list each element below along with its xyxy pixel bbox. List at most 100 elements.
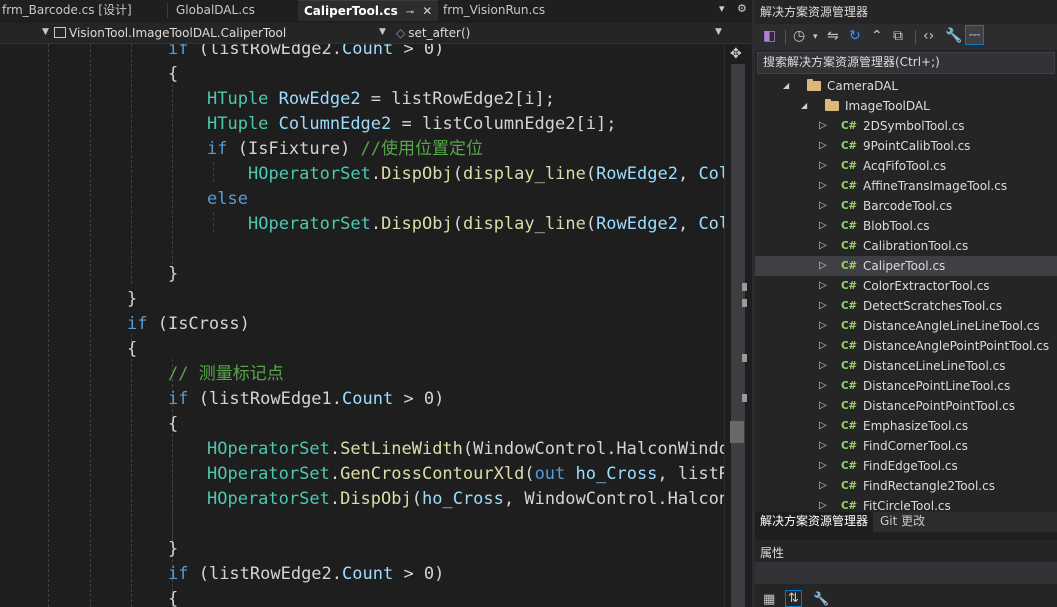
- member-dropdown[interactable]: ◇ set_after(): [396, 23, 716, 44]
- code-text-area[interactable]: if (listRowEdge2.Count > 0){HTuple RowEd…: [0, 44, 724, 607]
- collapsed-arrow-icon[interactable]: ▷: [819, 496, 827, 512]
- tab-solution-explorer[interactable]: 解决方案资源管理器: [755, 512, 874, 532]
- code-line: }: [168, 262, 178, 287]
- collapsed-arrow-icon[interactable]: ▷: [819, 356, 827, 376]
- collapsed-arrow-icon[interactable]: ▷: [819, 156, 827, 176]
- code-token: if: [127, 314, 148, 334]
- pending-changes-icon[interactable]: ◷: [793, 28, 805, 44]
- vertical-scrollbar[interactable]: [731, 64, 745, 607]
- tree-folder-item[interactable]: ◢ CameraDAL: [755, 76, 1057, 96]
- tree-file-item[interactable]: ▷ C# EmphasizeTool.cs: [755, 416, 1057, 436]
- tree-file-item[interactable]: ▷ C# DistanceAnglePointPointTool.cs: [755, 336, 1057, 356]
- tab-global-dal[interactable]: GlobalDAL.cs: [174, 0, 292, 21]
- chevron-down-icon[interactable]: ▾: [813, 32, 818, 42]
- collapsed-arrow-icon[interactable]: ▷: [819, 216, 827, 236]
- solution-search-input[interactable]: 搜索解决方案资源管理器(Ctrl+;): [757, 52, 1055, 74]
- settings-icon[interactable]: ⚙: [737, 2, 747, 15]
- expanded-arrow-icon[interactable]: ◢: [783, 76, 789, 96]
- sync-icon[interactable]: ⇋: [827, 28, 839, 44]
- tree-file-item[interactable]: ▷ C# ColorExtractorTool.cs: [755, 276, 1057, 296]
- tree-file-item[interactable]: ▷ C# CalibrationTool.cs: [755, 236, 1057, 256]
- collapsed-arrow-icon[interactable]: ▷: [819, 436, 827, 456]
- properties-wrench-icon[interactable]: 🔧: [945, 28, 962, 44]
- collapsed-arrow-icon[interactable]: ▷: [819, 196, 827, 216]
- code-token: RowEdge2: [278, 89, 361, 109]
- tree-file-item[interactable]: ▷ C# DistancePointPointTool.cs: [755, 396, 1057, 416]
- tree-file-item[interactable]: ▷ C# FindEdgeTool.cs: [755, 456, 1057, 476]
- pin-icon[interactable]: ⊸: [406, 7, 414, 18]
- collapsed-arrow-icon[interactable]: ▷: [819, 176, 827, 196]
- preview-selected-icon[interactable]: ⎓: [965, 25, 985, 45]
- collapsed-arrow-icon[interactable]: ▷: [819, 376, 827, 396]
- code-token: RowEdge2: [596, 164, 678, 184]
- collapsed-arrow-icon[interactable]: ▷: [819, 236, 827, 256]
- properties-toolbar: ▦ ⇅ 🔧: [755, 590, 1057, 607]
- tree-file-item[interactable]: ▷ C# FitCircleTool.cs: [755, 496, 1057, 512]
- properties-object-selector[interactable]: [755, 562, 1057, 584]
- collapsed-arrow-icon[interactable]: ▷: [819, 296, 827, 316]
- collapsed-arrow-icon[interactable]: ▷: [819, 396, 827, 416]
- switch-views-icon[interactable]: ◧: [763, 28, 776, 44]
- tree-file-item[interactable]: ▷ C# DistanceAngleLineLineTool.cs: [755, 316, 1057, 336]
- tree-file-item[interactable]: ▷ C# CaliperTool.cs: [755, 256, 1057, 276]
- code-token: ColumnEdge2: [278, 114, 392, 134]
- property-pages-icon[interactable]: 🔧: [813, 592, 829, 607]
- class-dropdown[interactable]: VisionTool.ImageToolDAL.CaliperTool: [54, 23, 384, 44]
- navigation-bar: ▼ VisionTool.ImageToolDAL.CaliperTool ▼ …: [0, 23, 752, 44]
- tree-folder-item[interactable]: ◢ ImageToolDAL: [755, 96, 1057, 116]
- show-all-files-icon[interactable]: ⧉: [893, 28, 903, 44]
- tree-file-item[interactable]: ▷ C# AffineTransImageTool.cs: [755, 176, 1057, 196]
- tree-item-label: AcqFifoTool.cs: [863, 159, 947, 173]
- close-icon[interactable]: ✕: [422, 4, 432, 18]
- tab-git-changes[interactable]: Git 更改: [875, 512, 930, 532]
- scrollbar-thumb[interactable]: [730, 421, 744, 443]
- collapsed-arrow-icon[interactable]: ▷: [819, 136, 827, 156]
- split-window-icon[interactable]: ✥: [730, 46, 742, 62]
- csharp-file-icon: C#: [841, 120, 857, 132]
- refresh-icon[interactable]: ↻: [849, 28, 861, 44]
- tree-file-item[interactable]: ▷ C# FindCornerTool.cs: [755, 436, 1057, 456]
- collapsed-arrow-icon[interactable]: ▷: [819, 336, 827, 356]
- collapse-all-icon[interactable]: ⌃: [871, 28, 883, 44]
- collapsed-arrow-icon[interactable]: ▷: [819, 416, 827, 436]
- code-token: HOperatorSet: [248, 164, 371, 184]
- chevron-down-icon[interactable]: ▼: [379, 27, 386, 37]
- collapsed-arrow-icon[interactable]: ▷: [819, 116, 827, 136]
- class-icon: [54, 27, 66, 38]
- collapsed-arrow-icon[interactable]: ▷: [819, 276, 827, 296]
- tree-file-item[interactable]: ▷ C# AcqFifoTool.cs: [755, 156, 1057, 176]
- tree-file-item[interactable]: ▷ C# BarcodeTool.cs: [755, 196, 1057, 216]
- view-code-icon[interactable]: ‹›: [923, 28, 934, 44]
- tab-frm-vision-run[interactable]: frm_VisionRun.cs: [441, 0, 581, 21]
- chevron-down-icon[interactable]: ▼: [42, 27, 49, 37]
- code-line: }: [168, 537, 178, 562]
- collapsed-arrow-icon[interactable]: ▷: [819, 476, 827, 496]
- collapsed-arrow-icon[interactable]: ▷: [819, 316, 827, 336]
- tree-file-item[interactable]: ▷ C# DistanceLineLineTool.cs: [755, 356, 1057, 376]
- tab-overflow-icon[interactable]: ▾: [719, 2, 725, 15]
- tree-file-item[interactable]: ▷ C# DetectScratchesTool.cs: [755, 296, 1057, 316]
- tree-file-item[interactable]: ▷ C# FindRectangle2Tool.cs: [755, 476, 1057, 496]
- properties-panel: 属性 ▦ ⇅ 🔧: [755, 532, 1057, 607]
- expanded-arrow-icon[interactable]: ◢: [801, 96, 807, 116]
- indent-guide: [90, 44, 91, 607]
- alphabetical-icon[interactable]: ⇅: [785, 590, 802, 607]
- tree-item-label: FitCircleTool.cs: [863, 499, 951, 512]
- tree-file-item[interactable]: ▷ C# 2DSymbolTool.cs: [755, 116, 1057, 136]
- csharp-file-icon: C#: [841, 380, 857, 392]
- tab-caliper-tool[interactable]: CaliperTool.cs ⊸ ✕: [298, 0, 438, 21]
- code-token: (: [585, 164, 597, 184]
- tree-item-label: CalibrationTool.cs: [863, 239, 969, 253]
- collapsed-arrow-icon[interactable]: ▷: [819, 456, 827, 476]
- collapsed-arrow-icon[interactable]: ▷: [819, 256, 827, 276]
- tree-file-item[interactable]: ▷ C# 9PointCalibTool.cs: [755, 136, 1057, 156]
- tree-file-item[interactable]: ▷ C# DistancePointLineTool.cs: [755, 376, 1057, 396]
- chevron-down-icon[interactable]: ▼: [715, 27, 722, 37]
- tree-item-label: DetectScratchesTool.cs: [863, 299, 1003, 313]
- code-line: HTuple RowEdge2 = listRowEdge2[i];: [207, 87, 555, 112]
- tree-file-item[interactable]: ▷ C# BlobTool.cs: [755, 216, 1057, 236]
- tab-frm-barcode-designer[interactable]: frm_Barcode.cs [设计]: [0, 0, 162, 21]
- indent-guide: [172, 434, 173, 544]
- categorized-icon[interactable]: ▦: [763, 592, 775, 607]
- tree-item-label: BarcodeTool.cs: [863, 199, 953, 213]
